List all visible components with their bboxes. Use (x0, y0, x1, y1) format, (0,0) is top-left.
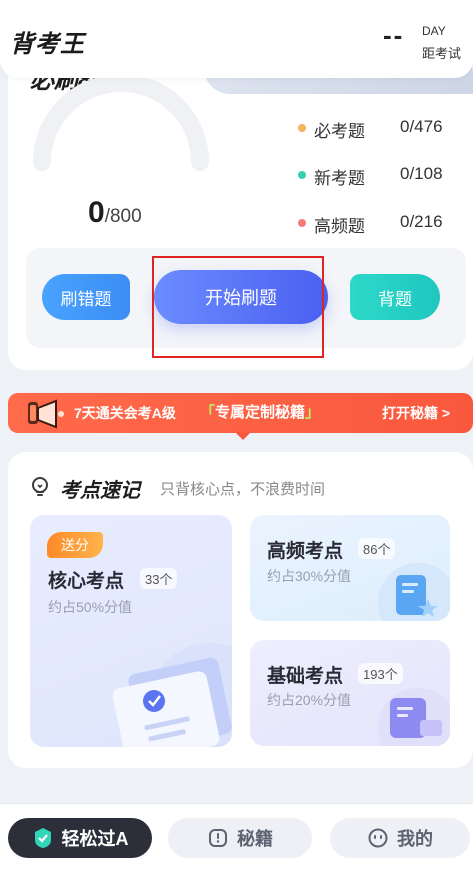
nav-tab-pass-easily[interactable]: 轻松过A (8, 818, 152, 858)
score-display: 0/800 (88, 196, 142, 230)
basic-points-desc: 约占20%分值 (267, 692, 352, 708)
top-bar: 背考王 -- DAY 距考试 (0, 0, 473, 78)
promo-pointer (236, 433, 250, 440)
practice-wrong-button[interactable]: 刷错题 (42, 274, 130, 320)
check-badge-icon (34, 828, 51, 848)
stat-label: 必考题 (314, 122, 365, 141)
stat-dot (298, 171, 306, 179)
highlight-box (152, 256, 324, 358)
frequent-points-desc: 约占30%分值 (267, 568, 352, 584)
frequent-points-count: 86个 (358, 538, 396, 559)
open-secrets-link[interactable]: 打开秘籍 > (382, 403, 450, 423)
stat-dot (298, 124, 306, 132)
basic-points-count: 193个 (358, 663, 403, 684)
nav-tab-mine[interactable]: 我的 (330, 818, 470, 858)
frequent-points-title: 高频考点 (267, 541, 344, 562)
score-value: 0 (88, 196, 105, 229)
basic-points-title: 基础考点 (267, 666, 344, 687)
countdown-day-label: DAY (422, 24, 446, 38)
promo-text: 7天通关会考A级 (74, 405, 176, 421)
stat-label: 新考题 (314, 169, 365, 188)
core-points-title: 核心考点 (48, 571, 125, 592)
stat-value: 0/216 (400, 212, 443, 231)
stat-dot (298, 219, 306, 227)
promo-highlight-text: 专属定制秘籍 (215, 404, 306, 421)
lightbulb-icon (32, 477, 48, 496)
nav-tab-label: 轻松过A (61, 829, 129, 849)
nav-tab-label: 我的 (397, 829, 433, 849)
nav-tab-label: 秘籍 (237, 829, 273, 849)
stat-label: 高频题 (314, 217, 365, 236)
countdown-days: -- (383, 20, 405, 50)
certificate-illustration (112, 643, 232, 747)
stat-value: 0/108 (400, 164, 443, 183)
promo-banner[interactable]: 7天通关会考A级 「专属定制秘籍」 打开秘籍 > (8, 393, 473, 433)
bottom-nav: 轻松过A 秘籍 我的 (0, 803, 473, 871)
core-points-count: 33个 (140, 568, 178, 589)
countdown-caption: 距考试 (422, 46, 462, 61)
app-title: 背考王 (10, 31, 85, 58)
app-screen: 必刷800题 省级命题组长领衔，6年真题研判 0/800 必考题 0/476 新… (0, 0, 473, 871)
bonus-badge: 送分 (47, 532, 103, 558)
smile-icon (368, 828, 388, 848)
stat-value: 0/476 (400, 117, 443, 136)
document-star-illustration (378, 563, 450, 621)
score-total: /800 (104, 206, 142, 227)
document-edit-illustration (378, 688, 450, 746)
progress-gauge (33, 74, 209, 171)
promo-highlight: 「专属定制秘籍」 (200, 404, 321, 421)
nav-tab-secrets[interactable]: 秘籍 (168, 818, 312, 858)
memorize-button[interactable]: 背题 (350, 274, 440, 320)
knowledge-subtitle: 只背核心点，不浪费时间 (160, 481, 326, 498)
core-points-desc: 约占50%分值 (48, 599, 133, 615)
knowledge-title: 考点速记 (60, 480, 140, 502)
book-icon (209, 829, 227, 847)
megaphone-icon (28, 399, 64, 429)
